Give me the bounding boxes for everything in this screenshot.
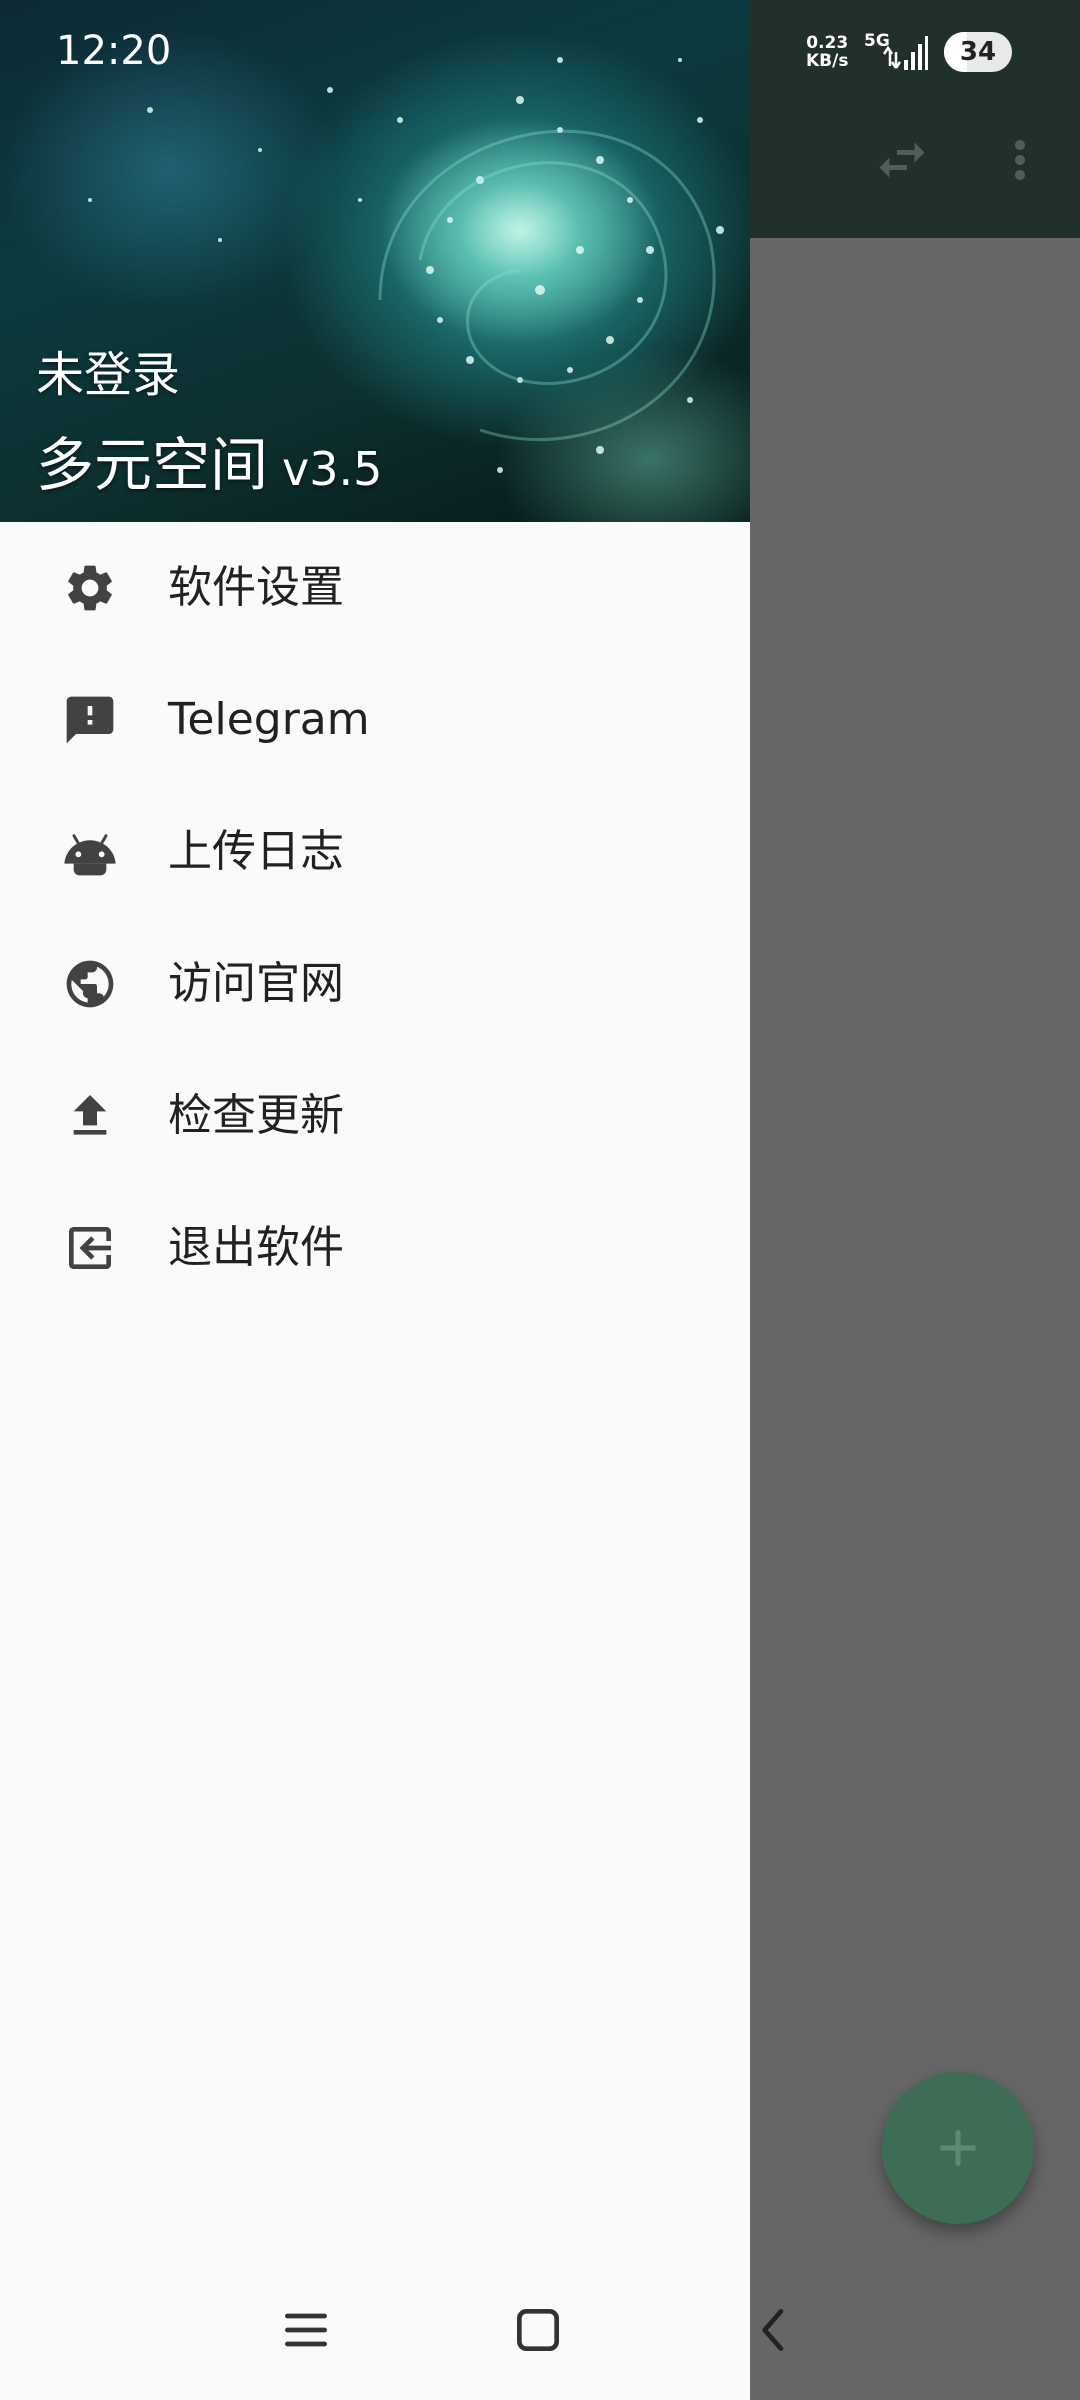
battery-indicator: 34 xyxy=(944,32,1012,72)
menu-item-check-update[interactable]: 检查更新 xyxy=(0,1050,750,1182)
more-vert-icon[interactable] xyxy=(990,130,1050,190)
login-status-text[interactable]: 未登录 xyxy=(36,335,180,405)
signal-icon xyxy=(882,36,928,70)
menu-item-upload-log[interactable]: 上传日志 xyxy=(0,786,750,918)
menu-item-label: Telegram xyxy=(168,694,370,745)
network-speed-unit: KB/s xyxy=(806,51,849,71)
exit-icon xyxy=(69,1227,111,1269)
swap-icon[interactable] xyxy=(872,130,932,190)
drawer-menu: 软件设置 Telegram 上传日志 访问官网 检查更新 退出软件 xyxy=(0,522,750,1314)
menu-item-label: 退出软件 xyxy=(168,1222,344,1273)
status-time: 12:20 xyxy=(56,28,172,74)
upload-icon xyxy=(73,1095,107,1135)
globe-icon xyxy=(66,960,114,1008)
drawer-header: 未登录 多元空间 v3.5 xyxy=(0,0,750,522)
battery-percent: 34 xyxy=(959,37,997,67)
feedback-icon xyxy=(66,696,114,744)
app-title: 多元空间 v3.5 xyxy=(36,418,382,502)
home-icon[interactable] xyxy=(510,2302,566,2358)
menu-item-label: 访问官网 xyxy=(168,958,344,1009)
gear-icon xyxy=(68,565,112,611)
network-speed: 0.23 KB/s xyxy=(806,34,848,70)
recent-apps-icon[interactable] xyxy=(278,2302,334,2358)
android-icon xyxy=(64,834,116,876)
menu-item-label: 软件设置 xyxy=(168,562,344,613)
menu-item-website[interactable]: 访问官网 xyxy=(0,918,750,1050)
menu-item-exit[interactable]: 退出软件 xyxy=(0,1182,750,1314)
menu-item-settings[interactable]: 软件设置 xyxy=(0,522,750,654)
app-name: 多元空间 xyxy=(36,431,269,499)
menu-item-label: 检查更新 xyxy=(168,1090,344,1141)
navigation-drawer: 未登录 多元空间 v3.5 软件设置 Telegram 上传日志 访问官网 检查… xyxy=(0,0,750,2400)
add-icon xyxy=(940,2130,976,2166)
back-icon[interactable] xyxy=(746,2302,802,2358)
add-fab-button[interactable] xyxy=(882,2072,1034,2224)
menu-item-telegram[interactable]: Telegram xyxy=(0,654,750,786)
menu-item-label: 上传日志 xyxy=(168,826,344,877)
app-version: v3.5 xyxy=(282,442,383,496)
network-speed-value: 0.23 xyxy=(806,33,849,53)
